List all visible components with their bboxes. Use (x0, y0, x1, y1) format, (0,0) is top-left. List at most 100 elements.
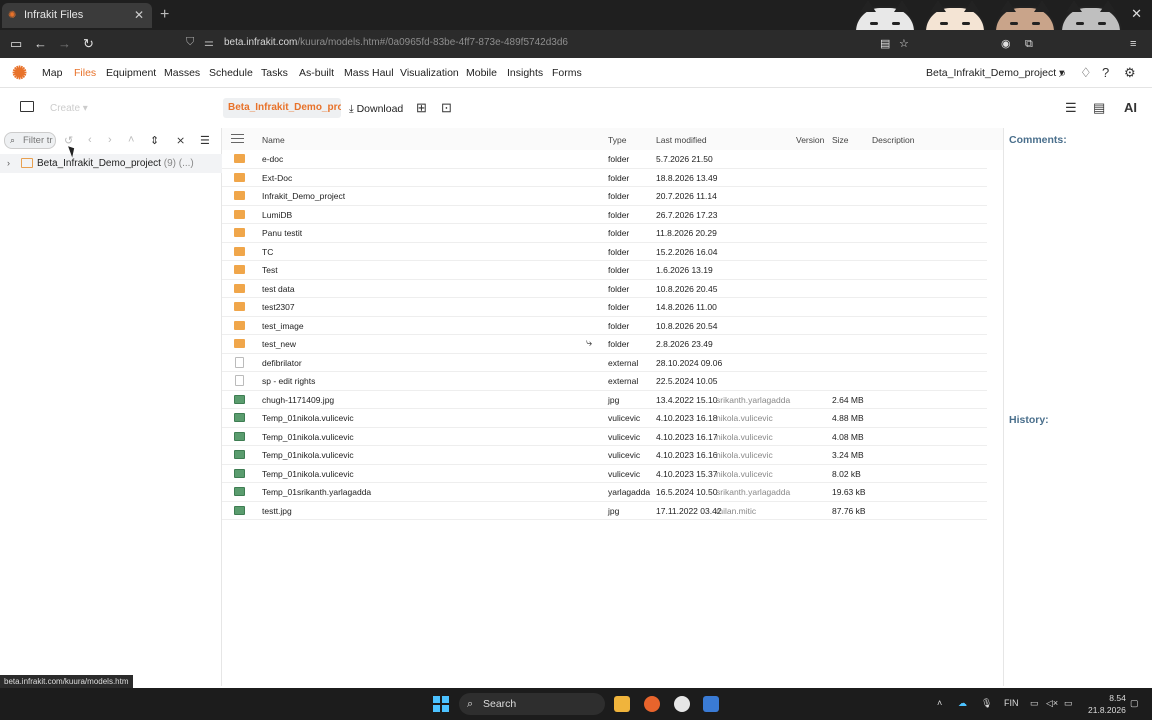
row-name[interactable]: e-doc (262, 154, 283, 164)
table-row[interactable]: Temp_01nikola.vulicevic vulicevic 4.10.202… (222, 428, 987, 446)
expand-all-icon[interactable]: ⇕ (150, 134, 159, 147)
table-row[interactable]: Test folder 1.6.2026 13.19 (222, 261, 987, 280)
row-name[interactable]: TC (262, 247, 273, 257)
nav-forms[interactable]: Forms (552, 67, 582, 79)
language-indicator[interactable]: FIN (1004, 698, 1019, 708)
extensions-icon[interactable]: ⧉ (1025, 35, 1033, 53)
collapse-all-icon[interactable]: ⨯ (176, 134, 185, 147)
download-button[interactable]: ⤓ Download (349, 103, 403, 116)
table-row[interactable]: Temp_01srikanth.yarlagadda yarlagadda 16.5… (222, 483, 987, 502)
reload-icon[interactable]: ↻ (83, 35, 94, 53)
browser-tab[interactable]: ✺ Infrakit Files ✕ (2, 3, 152, 28)
table-row[interactable]: TC folder 15.2.2026 16.04 (222, 243, 987, 261)
gear-icon[interactable]: ⚙ (1124, 65, 1136, 81)
forward-arrow-icon[interactable]: → (58, 35, 71, 53)
nav-schedule[interactable]: Schedule (209, 67, 253, 79)
windows-start-icon[interactable] (433, 696, 449, 712)
table-row[interactable]: Temp_01nikola.vulicevic vulicevic 4.10.202… (222, 446, 987, 465)
row-name[interactable]: Infrakit_Demo_project (262, 191, 345, 201)
settings-filter-icon[interactable]: ☰ (200, 134, 210, 147)
volume-muted-icon[interactable]: ◁× (1046, 698, 1058, 709)
chevron-left-icon[interactable]: ‹ (88, 134, 92, 146)
column-type[interactable]: Type (608, 135, 626, 145)
account-icon[interactable]: ◉ (1001, 35, 1011, 53)
table-row[interactable]: LumiDB folder 26.7.2026 17.23 (222, 206, 987, 224)
table-row[interactable]: Temp_01nikola.vulicevic vulicevic 4.10.202… (222, 409, 987, 428)
column-name[interactable]: Name (262, 135, 285, 145)
breadcrumb[interactable]: Beta_Infrakit_Demo_pro... (223, 98, 341, 118)
back-arrow-icon[interactable]: ← (34, 35, 47, 53)
row-name[interactable]: LumiDB (262, 210, 292, 220)
nav-tasks[interactable]: Tasks (261, 67, 288, 79)
notification-icon[interactable]: ▢ (1130, 698, 1139, 709)
battery-icon[interactable]: ▭ (1064, 698, 1073, 709)
onedrive-icon[interactable]: ☁ (958, 698, 967, 709)
table-row[interactable]: test_image folder 10.8.2026 20.54 (222, 317, 987, 335)
row-name[interactable]: test2307 (262, 302, 295, 312)
chevron-right-icon[interactable]: › (7, 158, 10, 168)
bell-icon[interactable]: ♢ (1080, 65, 1092, 81)
comments-icon[interactable]: ▤ (1093, 100, 1105, 116)
network-icon[interactable]: ▭ (1030, 698, 1039, 709)
tree-item-root[interactable]: › Beta_Infrakit_Demo_project (9) (...) (0, 154, 222, 173)
column-size[interactable]: Size (832, 135, 849, 145)
new-tab-button[interactable]: + (160, 6, 169, 24)
table-row[interactable]: Temp_01nikola.vulicevic vulicevic 4.10.202… (222, 465, 987, 483)
clock[interactable]: 8.54 21.8.2026 (1088, 692, 1126, 716)
project-selector[interactable]: Beta_Infrakit_Demo_project ▾ (926, 67, 1064, 79)
row-name[interactable]: test data (262, 284, 295, 294)
nav-visualization[interactable]: Visualization (400, 67, 459, 79)
row-name[interactable]: testt.jpg (262, 506, 292, 516)
reader-icon[interactable]: ▤ (880, 35, 890, 53)
row-name[interactable]: Temp_01nikola.vulicevic (262, 450, 354, 460)
help-icon[interactable]: ? (1102, 65, 1109, 80)
chevron-up-icon[interactable]: ˄ (937, 698, 942, 708)
nav-as-built[interactable]: As-built (299, 67, 334, 79)
column-menu-icon[interactable] (231, 134, 244, 143)
ai-button[interactable]: AI (1124, 100, 1137, 115)
browser-menu-icon[interactable]: ≡ (1130, 35, 1136, 53)
nav-mobile[interactable]: Mobile (466, 67, 497, 79)
hierarchy-icon[interactable]: ⊞ (416, 100, 427, 116)
row-name[interactable]: Temp_01srikanth.yarlagadda (262, 487, 371, 497)
tab-close-icon[interactable]: ✕ (134, 3, 144, 28)
nav-equipment[interactable]: Equipment (106, 67, 156, 79)
nav-insights[interactable]: Insights (507, 67, 543, 79)
nav-masses[interactable]: Masses (164, 67, 200, 79)
table-row[interactable]: test2307 folder 14.8.2026 11.00 (222, 298, 987, 317)
table-row[interactable]: Panu testit folder 11.8.2026 20.29 (222, 224, 987, 243)
row-name[interactable]: Test (262, 265, 278, 275)
column-modified[interactable]: Last modified (656, 135, 707, 145)
window-close-icon[interactable]: ✕ (1131, 6, 1142, 22)
column-version[interactable]: Version (796, 135, 824, 145)
table-row[interactable]: e-doc folder 5.7.2026 21.50 (222, 150, 987, 169)
url-field[interactable]: beta.infrakit.com/kuura/models.htm#/0a09… (224, 37, 568, 48)
row-name[interactable]: test_new (262, 339, 296, 349)
chevron-up-icon[interactable]: ˄ (128, 134, 134, 146)
create-button[interactable]: Create ▾ (50, 103, 88, 114)
filter-tree-input[interactable]: ⌕ Filter tr (4, 132, 56, 149)
row-name[interactable]: sp - edit rights (262, 376, 315, 386)
row-name[interactable]: Temp_01nikola.vulicevic (262, 413, 354, 423)
nav-map[interactable]: Map (42, 67, 62, 79)
column-description[interactable]: Description (872, 135, 915, 145)
row-name[interactable]: Ext-Doc (262, 173, 292, 183)
outlook-icon[interactable] (703, 696, 719, 712)
infrakit-logo-icon[interactable]: ✺ (12, 64, 30, 82)
nav-files[interactable]: Files (74, 67, 96, 79)
table-row[interactable]: Infrakit_Demo_project folder 20.7.2026 11.… (222, 187, 987, 206)
microphone-icon[interactable]: 🎙 (981, 698, 992, 709)
table-row[interactable]: chugh-1171409.jpg jpg 13.4.2022 15.10 srika… (222, 391, 987, 409)
table-row[interactable]: defibrilator external 28.10.2024 09.06 (222, 354, 987, 372)
file-explorer-icon[interactable] (614, 696, 630, 712)
table-row[interactable]: test data folder 10.8.2026 20.45 (222, 280, 987, 298)
row-name[interactable]: chugh-1171409.jpg (262, 395, 334, 405)
row-name[interactable]: test_image (262, 321, 304, 331)
chrome-icon[interactable] (674, 696, 690, 712)
list-view-icon[interactable]: ☰ (1065, 100, 1077, 116)
lock-icon[interactable]: ⊡ (441, 100, 452, 116)
row-name[interactable]: defibrilator (262, 358, 302, 368)
chevron-right-icon[interactable]: › (108, 134, 112, 146)
firefox-icon[interactable] (644, 696, 660, 712)
row-name[interactable]: Panu testit (262, 228, 302, 238)
